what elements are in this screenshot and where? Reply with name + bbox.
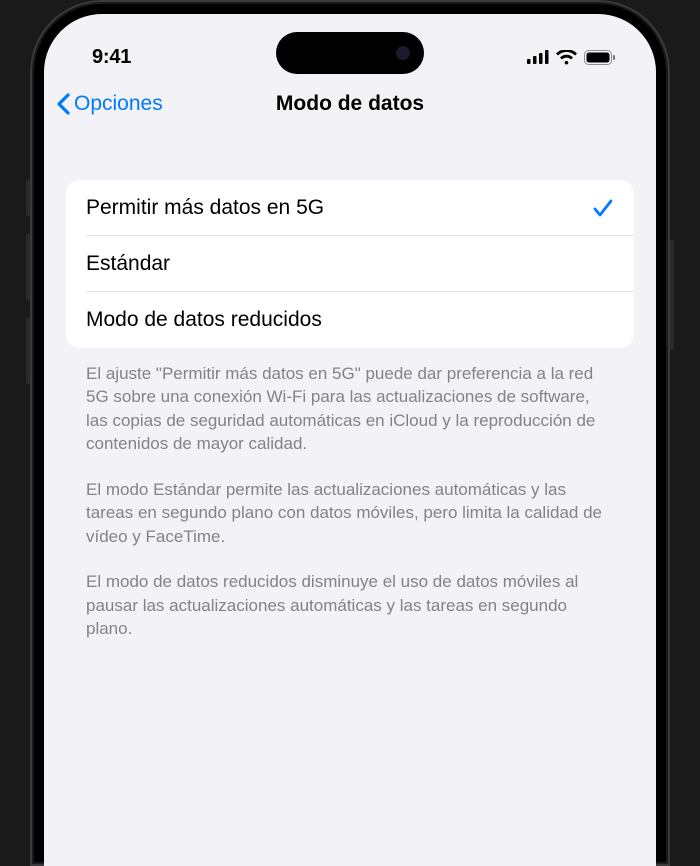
- content-area: Permitir más datos en 5G Estándar Modo d…: [44, 132, 656, 641]
- page-title: Modo de datos: [276, 92, 424, 116]
- cellular-signal-icon: [527, 50, 549, 64]
- option-standard[interactable]: Estándar: [66, 236, 634, 292]
- data-mode-list: Permitir más datos en 5G Estándar Modo d…: [66, 180, 634, 348]
- phone-side-buttons-right: [670, 240, 674, 350]
- phone-frame: 9:41: [30, 0, 670, 866]
- option-label: Modo de datos reducidos: [86, 308, 322, 332]
- status-icons: [527, 50, 616, 65]
- footer-paragraph: El modo de datos reducidos disminuye el …: [86, 570, 614, 640]
- back-label: Opciones: [74, 92, 163, 116]
- checkmark-icon: [592, 197, 614, 219]
- phone-side-buttons-left: [26, 180, 30, 402]
- option-low-data[interactable]: Modo de datos reducidos: [66, 292, 634, 348]
- wifi-icon: [556, 50, 577, 65]
- screen: 9:41: [44, 14, 656, 866]
- option-label: Estándar: [86, 252, 170, 276]
- footer-paragraph: El ajuste "Permitir más datos en 5G" pue…: [86, 362, 614, 456]
- dynamic-island: [276, 32, 424, 74]
- option-label: Permitir más datos en 5G: [86, 196, 324, 220]
- footer-paragraph: El modo Estándar permite las actualizaci…: [86, 478, 614, 548]
- option-allow-more-5g[interactable]: Permitir más datos en 5G: [66, 180, 634, 236]
- status-time: 9:41: [92, 46, 131, 69]
- battery-icon: [584, 50, 616, 65]
- navigation-bar: Opciones Modo de datos: [44, 78, 656, 132]
- back-button[interactable]: Opciones: [56, 92, 163, 116]
- footer-description: El ajuste "Permitir más datos en 5G" pue…: [66, 348, 634, 641]
- chevron-left-icon: [56, 93, 70, 115]
